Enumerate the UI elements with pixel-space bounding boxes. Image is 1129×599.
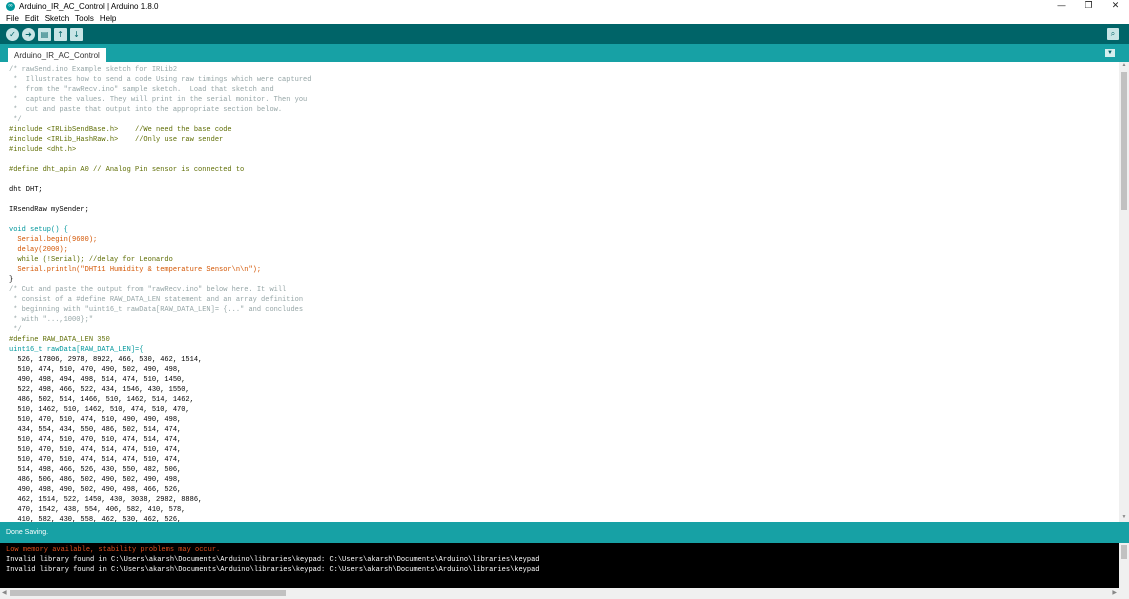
scroll-down-icon[interactable]: ▼ — [1119, 514, 1129, 522]
code-line: dht DHT; — [9, 186, 43, 194]
maximize-button[interactable]: ❐ — [1075, 0, 1102, 12]
code-line: #include <dht.h> — [9, 146, 77, 154]
save-button[interactable]: ↓ — [70, 27, 83, 41]
menu-edit[interactable]: Edit — [25, 14, 39, 23]
code-line: */ — [9, 326, 22, 334]
verify-button[interactable]: ✓ — [6, 27, 19, 41]
menu-sketch[interactable]: Sketch — [45, 14, 69, 23]
new-file-icon: ▤ — [40, 29, 49, 39]
arduino-logo-icon: ∞ — [6, 1, 15, 11]
console-line: Invalid library found in C:\Users\akarsh… — [6, 556, 540, 564]
menu-help[interactable]: Help — [100, 14, 116, 23]
code-line: * cut and paste that output into the app… — [9, 106, 283, 114]
code-line: * consist of a #define RAW_DATA_LEN stat… — [9, 296, 304, 304]
code-line: 526, 17806, 2978, 8922, 466, 530, 462, 1… — [9, 356, 203, 364]
editor-vertical-scrollbar[interactable]: ▲ ▼ — [1119, 62, 1129, 522]
code-line: 410, 582, 430, 558, 462, 530, 462, 526, — [9, 516, 182, 522]
status-message: Done Saving. — [6, 529, 49, 536]
scroll-up-icon[interactable]: ▲ — [1119, 62, 1129, 70]
new-button[interactable]: ▤ — [38, 27, 51, 41]
code-line: 510, 474, 510, 470, 510, 474, 514, 474, — [9, 436, 182, 444]
status-bar: Done Saving. — [0, 522, 1129, 543]
code-line: #include <IRLibSendBase.h> //We need the… — [9, 126, 232, 134]
code-line: */ — [9, 116, 22, 124]
arrow-right-icon: ➜ — [25, 29, 32, 39]
code-line: * from the "rawRecv.ino" sample sketch. … — [9, 86, 274, 94]
console-scroll-thumb[interactable] — [1121, 545, 1127, 559]
code-line: * with "...,1000};" — [9, 316, 94, 324]
horizontal-scrollbar[interactable]: ◀ ▶ — [0, 588, 1129, 599]
code-line: 510, 470, 510, 474, 514, 474, 510, 474, — [9, 456, 182, 464]
window-controls: — ❐ ✕ — [1048, 0, 1129, 12]
code-line: 490, 498, 490, 502, 490, 498, 466, 526, — [9, 486, 182, 494]
code-line: 510, 1462, 510, 1462, 510, 474, 510, 470… — [9, 406, 190, 414]
code-line: #define dht_apin A0 // Analog Pin sensor… — [9, 166, 245, 174]
scroll-right-icon[interactable]: ▶ — [1112, 589, 1117, 596]
console-line: Invalid library found in C:\Users\akarsh… — [6, 566, 540, 574]
code-line: 486, 502, 514, 1466, 510, 1462, 514, 146… — [9, 396, 194, 404]
code-line: while (!Serial); //delay for Leonardo — [9, 256, 173, 264]
code-line: IRsendRaw mySender; — [9, 206, 89, 214]
tab-menu-button[interactable]: ▼ — [1105, 49, 1115, 57]
horizontal-scroll-thumb[interactable] — [10, 590, 286, 596]
code-line: delay(2000); — [9, 246, 68, 254]
console-text: Low memory available, stability problems… — [0, 545, 540, 575]
code-line: #define RAW_DATA_LEN 350 — [9, 336, 110, 344]
code-line: 470, 1542, 438, 554, 406, 582, 410, 578, — [9, 506, 186, 514]
code-line: 510, 474, 510, 470, 490, 502, 490, 498, — [9, 366, 182, 374]
code-editor[interactable]: /* rawSend.ino Example sketch for IRLib2… — [0, 62, 1119, 522]
check-icon: ✓ — [9, 29, 16, 39]
magnifier-icon: ⌕ — [1110, 29, 1116, 38]
code-line: 522, 498, 466, 522, 434, 1546, 430, 1550… — [9, 386, 190, 394]
code-line: 486, 506, 486, 502, 490, 502, 490, 498, — [9, 476, 182, 484]
code-line: 510, 470, 510, 474, 514, 474, 510, 474, — [9, 446, 182, 454]
upload-button[interactable]: ➜ — [22, 27, 35, 41]
toolbar: ✓ ➜ ▤ ↑ ↓ ⌕ — [0, 24, 1129, 44]
code-line: #include <IRLib_HashRaw.h> //Only use ra… — [9, 136, 224, 144]
tab-bar: Arduino_IR_AC_Control ▼ — [0, 44, 1129, 62]
scroll-left-icon[interactable]: ◀ — [2, 589, 7, 596]
menu-file[interactable]: File — [6, 14, 19, 23]
window-title: Arduino_IR_AC_Control | Arduino 1.8.0 — [19, 1, 159, 11]
code-line: 434, 554, 434, 550, 486, 502, 514, 474, — [9, 426, 182, 434]
open-button[interactable]: ↑ — [54, 27, 67, 41]
code-line: void setup() { — [9, 226, 68, 234]
title-bar: ∞ Arduino_IR_AC_Control | Arduino 1.8.0 … — [0, 0, 1129, 12]
serial-monitor-button[interactable]: ⌕ — [1107, 28, 1119, 40]
menu-bar: File Edit Sketch Tools Help — [0, 12, 1129, 24]
console-output[interactable]: Low memory available, stability problems… — [0, 543, 1119, 588]
code-line: } — [9, 276, 14, 284]
menu-tools[interactable]: Tools — [75, 14, 94, 23]
code-line: * capture the values. They will print in… — [9, 96, 308, 104]
code-line: 490, 498, 494, 498, 514, 474, 510, 1450, — [9, 376, 186, 384]
console-line: Low memory available, stability problems… — [6, 546, 221, 554]
code-line: /* Cut and paste the output from "rawRec… — [9, 286, 287, 294]
editor-scroll-thumb[interactable] — [1121, 72, 1127, 210]
tab-arduino-ir-ac-control[interactable]: Arduino_IR_AC_Control — [8, 48, 106, 62]
code-line: * Illustrates how to send a code Using r… — [9, 76, 312, 84]
console-vertical-scrollbar[interactable] — [1119, 543, 1129, 588]
close-button[interactable]: ✕ — [1102, 0, 1129, 12]
code-line: 514, 498, 466, 526, 430, 550, 482, 506, — [9, 466, 182, 474]
code-line: Serial.println("DHT11 Humidity & tempera… — [9, 266, 262, 274]
code-line: 510, 470, 510, 474, 510, 490, 490, 498, — [9, 416, 182, 424]
arrow-down-icon: ↓ — [73, 29, 80, 39]
code-line: Serial.begin(9600); — [9, 236, 98, 244]
code-line: uint16_t rawData[RAW_DATA_LEN]={ — [9, 346, 144, 354]
arrow-up-icon: ↑ — [57, 29, 64, 39]
code-line: * beginning with "uint16_t rawData[RAW_D… — [9, 306, 304, 314]
code-text: /* rawSend.ino Example sketch for IRLib2… — [9, 65, 311, 522]
chevron-down-icon: ▼ — [1107, 50, 1113, 56]
code-line: 462, 1514, 522, 1450, 430, 3038, 2982, 8… — [9, 496, 203, 504]
code-line: /* rawSend.ino Example sketch for IRLib2 — [9, 66, 178, 74]
minimize-button[interactable]: — — [1048, 0, 1075, 12]
